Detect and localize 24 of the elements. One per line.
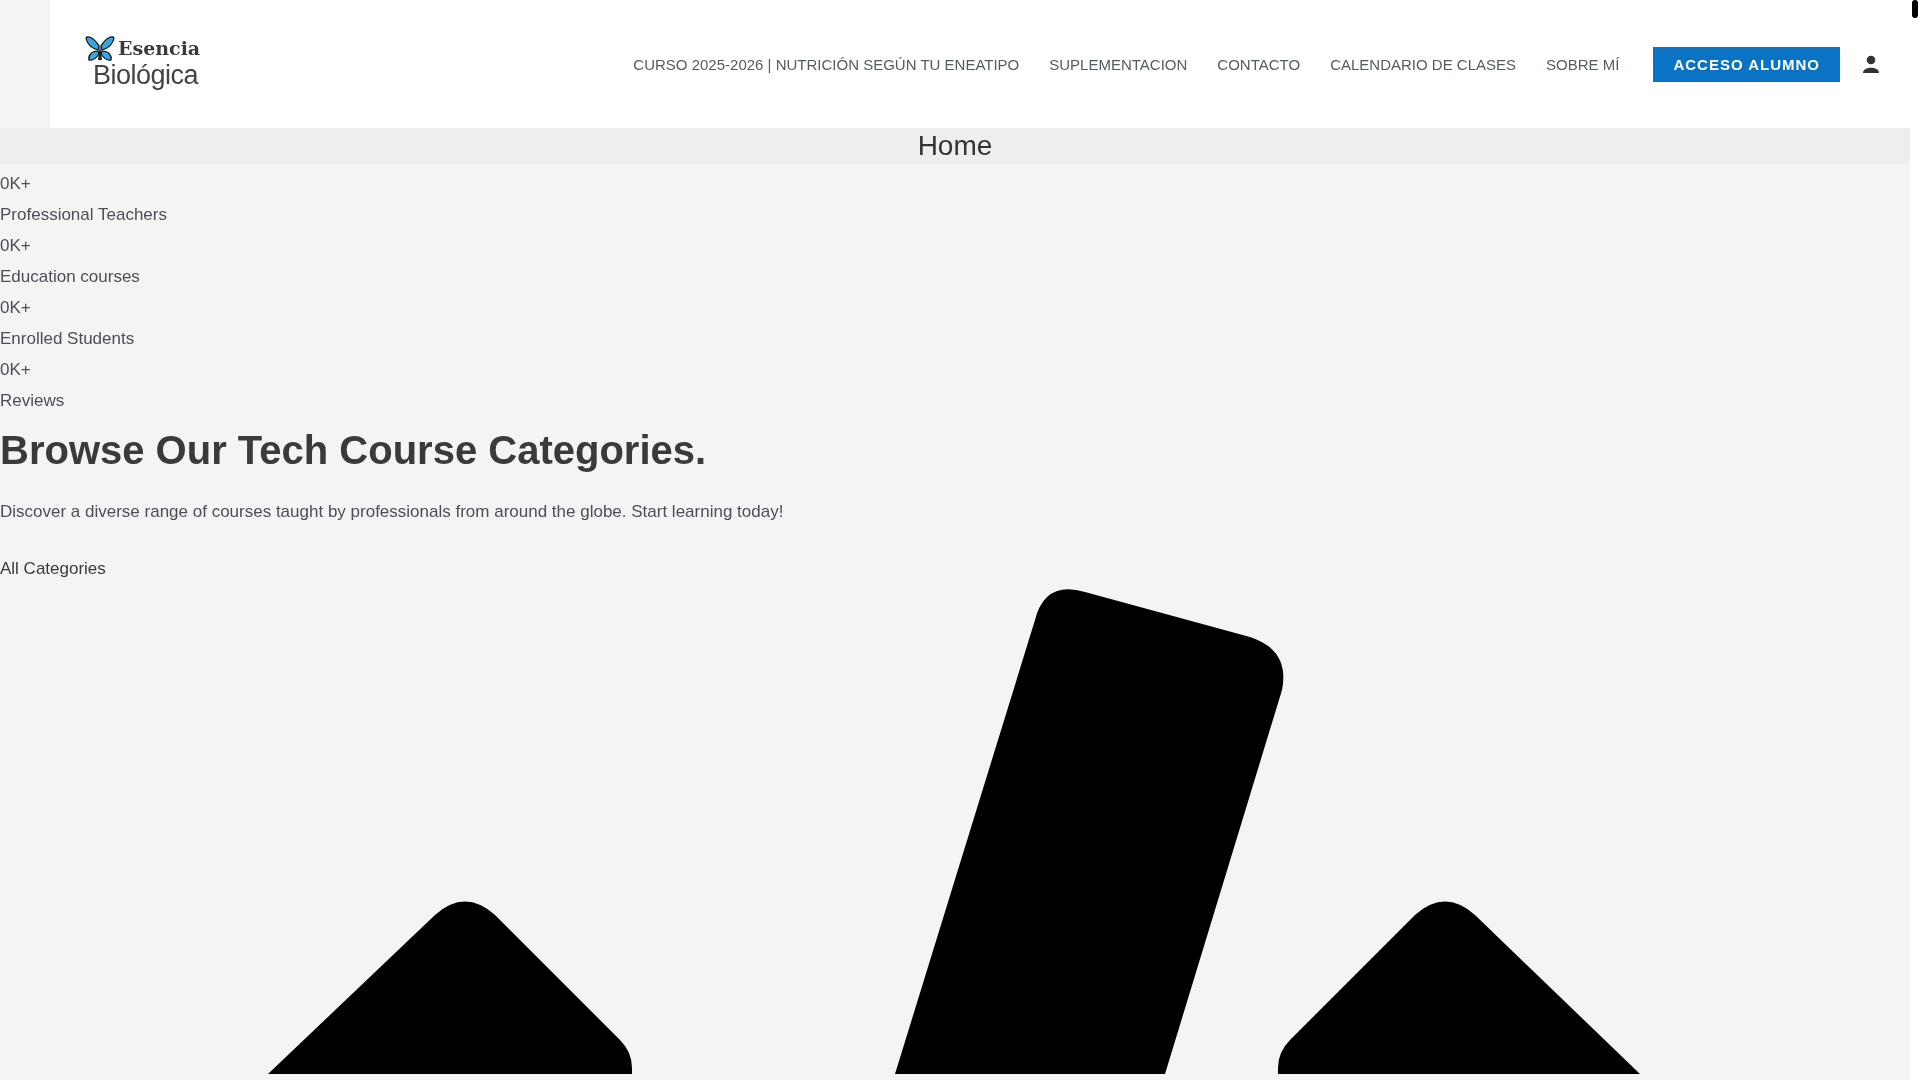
- category-icon: [268, 589, 1640, 1074]
- section-heading: Browse Our Tech Course Categories.: [0, 427, 707, 474]
- nav-link[interactable]: CONTACTO: [1217, 55, 1301, 73]
- student-access-button[interactable]: ACCESO ALUMNO: [1653, 46, 1840, 82]
- stat-label: Education courses: [0, 266, 140, 288]
- scrollbar-thumb[interactable]: [1912, 0, 1918, 18]
- nav-link[interactable]: CURSO 2025-2026 | NUTRICIÓN SEGÚN TU ENEATIPO: [633, 55, 1020, 73]
- section-description: Discover a diverse range of courses taught by professionals from around the globe. Start learning today!: [0, 502, 784, 523]
- stat-label: Professional Teachers: [0, 204, 167, 226]
- stat-label: Reviews: [0, 390, 65, 412]
- nav-link[interactable]: CALENDARIO DE CLASES: [1330, 55, 1517, 73]
- nav-link[interactable]: SOBRE MÍ: [1546, 55, 1620, 73]
- butterfly-icon: [85, 36, 115, 64]
- stat-value: 0K+: [0, 173, 31, 195]
- stat-label: Enrolled Students: [0, 328, 135, 350]
- stat-value: 0K+: [0, 359, 31, 381]
- all-categories-link[interactable]: All Categories: [0, 559, 106, 580]
- logo-subtext: Biológica: [93, 62, 199, 89]
- logo-text: Esencia: [118, 39, 201, 58]
- page-title: Home: [917, 130, 993, 162]
- nav-link[interactable]: SUPLEMENTACION: [1049, 55, 1188, 73]
- stat-value: 0K+: [0, 235, 31, 257]
- user-icon[interactable]: [1862, 55, 1880, 73]
- stat-value: 0K+: [0, 297, 31, 319]
